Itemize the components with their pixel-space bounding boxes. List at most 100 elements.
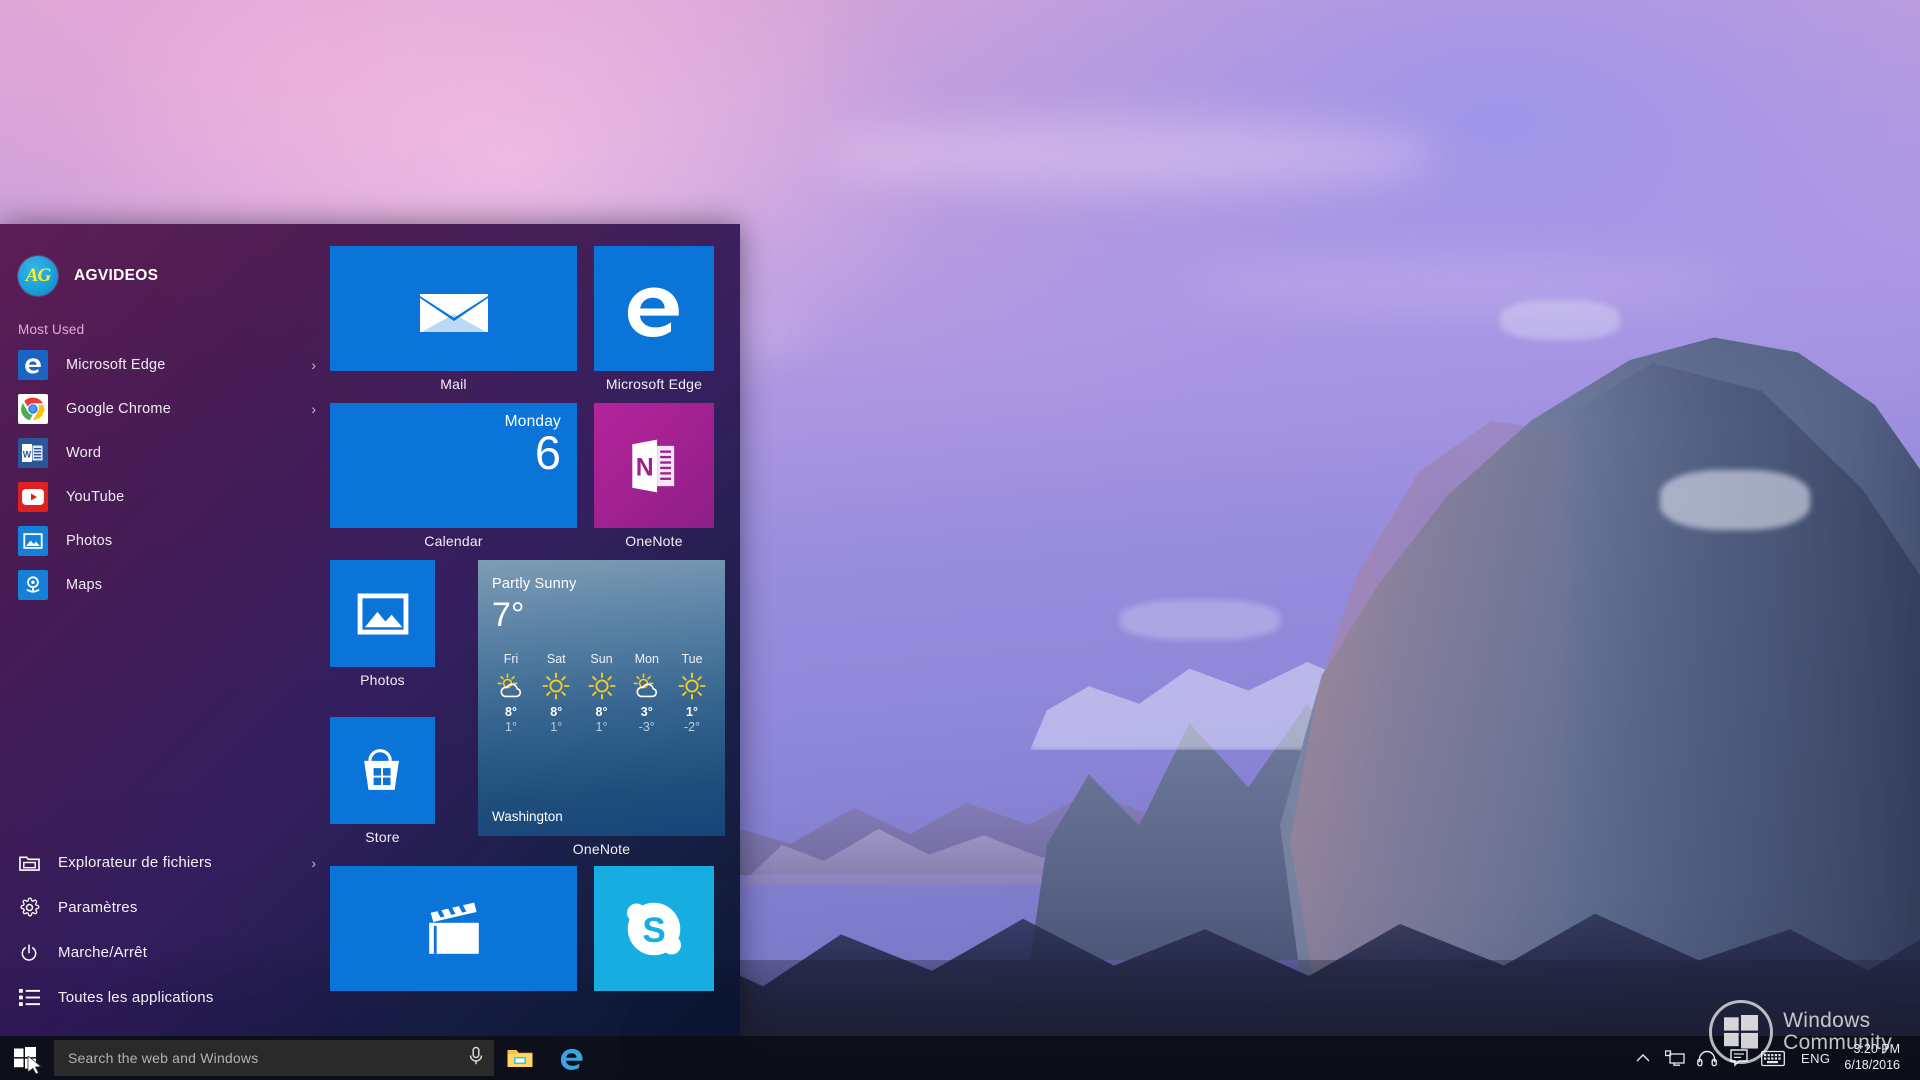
app-item-google-chrome[interactable]: Google Chrome › — [0, 387, 330, 431]
weather-city: Washington — [492, 809, 563, 824]
forecast-day-name: Fri — [503, 651, 519, 666]
file-explorer-icon — [18, 852, 40, 874]
snow-patch — [1660, 470, 1810, 530]
cloud-wisp — [820, 120, 1440, 190]
chrome-icon — [18, 394, 48, 424]
youtube-icon — [18, 482, 48, 512]
speech-bubble-icon[interactable] — [1723, 1036, 1755, 1080]
calendar-date-number: 6 — [534, 426, 561, 479]
weather-forecast-day: Mon 3° -3° — [628, 652, 666, 734]
forecast-low: 1° — [505, 719, 517, 734]
sunny-icon — [587, 671, 616, 701]
most-used-list: Microsoft Edge › Google Chrome › W Word … — [0, 343, 330, 607]
microphone-icon[interactable] — [468, 1046, 484, 1071]
weather-condition: Partly Sunny — [492, 576, 577, 592]
tile-grid: Mail Microsoft Edge Monday 6 Calendar N … — [330, 246, 726, 1036]
app-item-microsoft-edge[interactable]: Microsoft Edge › — [0, 343, 330, 387]
partly-sunny-icon — [632, 671, 662, 701]
app-item-label: Maps — [66, 577, 103, 593]
forecast-low: 1° — [550, 719, 563, 734]
skype-icon: S — [627, 902, 681, 955]
app-item-photos[interactable]: Photos — [0, 519, 330, 563]
chevron-right-icon[interactable]: › — [311, 856, 316, 870]
weather-forecast-day: Sun 8° 1° — [583, 652, 621, 734]
search-placeholder: Search the web and Windows — [68, 1050, 259, 1066]
app-item-word[interactable]: W Word — [0, 431, 330, 475]
calendar-live-content: Monday 6 — [330, 403, 577, 528]
sunny-icon — [678, 671, 706, 701]
user-name: AGVIDEOS — [74, 267, 159, 284]
user-account-tile[interactable]: AG AGVIDEOS — [0, 244, 330, 308]
headphones-icon[interactable] — [1691, 1036, 1723, 1080]
tile-weather[interactable]: Partly Sunny 7° Fri 8° 1° Sat 8° 1° Sun … — [478, 560, 725, 836]
svg-text:W: W — [23, 450, 32, 460]
cursor-icon — [27, 1056, 43, 1074]
store-icon — [363, 748, 399, 790]
app-item-label: YouTube — [66, 489, 125, 505]
sidebar-item-settings[interactable]: Paramètres — [0, 885, 330, 930]
app-item-youtube[interactable]: YouTube — [0, 475, 330, 519]
most-used-header: Most Used — [18, 322, 85, 337]
forecast-day-name: Tue — [681, 651, 703, 666]
tile-caption-photos: Photos — [360, 672, 405, 688]
tile-caption-store: Store — [365, 829, 400, 845]
clock[interactable]: 3:20 PM 6/18/2016 — [1840, 1036, 1912, 1080]
weather-live-content: Partly Sunny 7° Fri 8° 1° Sat 8° 1° Sun … — [478, 560, 725, 836]
tile-caption-mail: Mail — [440, 376, 467, 392]
app-item-maps[interactable]: Maps — [0, 563, 330, 607]
forecast-high: 8° — [595, 704, 608, 719]
forecast-high: 8° — [505, 704, 517, 719]
avatar: AG — [18, 256, 58, 296]
tile-microsoft-edge[interactable] — [594, 246, 714, 371]
taskbar-item-microsoft-edge[interactable] — [546, 1036, 598, 1080]
sidebar-item-power[interactable]: Marche/Arrêt — [0, 930, 330, 975]
tile-photos[interactable] — [330, 560, 435, 667]
word-icon: W — [18, 438, 48, 468]
sidebar-item-label: Paramètres — [58, 899, 138, 916]
forecast-low: -3° — [638, 719, 655, 734]
tile-onenote[interactable]: N — [594, 403, 714, 528]
start-menu-tiles-column: Mail Microsoft Edge Monday 6 Calendar N … — [330, 224, 740, 1036]
all-apps-icon — [18, 987, 40, 1009]
sidebar-item-file-explorer[interactable]: Explorateur de fichiers › — [0, 840, 330, 885]
folder-icon — [507, 1050, 533, 1067]
tile-movies-tv[interactable] — [330, 866, 577, 991]
chevron-right-icon[interactable]: › — [311, 402, 316, 416]
tile-skype[interactable]: S — [594, 866, 714, 991]
tile-calendar[interactable]: Monday 6 — [330, 403, 577, 528]
forecast-high: 8° — [550, 704, 563, 719]
weather-current-temp: 7° — [492, 596, 525, 634]
keyboard-icon[interactable] — [1755, 1036, 1791, 1080]
photos-icon — [357, 592, 408, 635]
partly-sunny-icon — [496, 671, 526, 701]
tile-mail[interactable] — [330, 246, 577, 371]
forecast-high: 3° — [640, 704, 653, 719]
app-item-label: Word — [66, 445, 102, 461]
search-input[interactable]: Search the web and Windows — [54, 1040, 494, 1076]
app-item-label: Photos — [66, 533, 113, 549]
tile-store[interactable] — [330, 717, 435, 824]
sidebar-item-label: Marche/Arrêt — [58, 944, 148, 961]
weather-forecast-day: Sat 8° 1° — [537, 652, 575, 734]
cloud-wisp — [1180, 260, 1740, 308]
network-icon[interactable] — [1659, 1036, 1691, 1080]
edge-icon — [18, 350, 48, 380]
chevron-up-icon[interactable] — [1627, 1036, 1659, 1080]
clock-date: 6/18/2016 — [1844, 1058, 1900, 1072]
sidebar-item-all-apps[interactable]: Toutes les applications — [0, 975, 330, 1020]
language-indicator[interactable]: ENG — [1791, 1051, 1840, 1066]
weather-forecast-day: Fri 8° 1° — [492, 652, 530, 734]
svg-text:N: N — [636, 454, 654, 481]
forecast-low: -2° — [683, 719, 701, 734]
taskbar-item-file-explorer[interactable] — [494, 1036, 546, 1080]
system-tray: ENG 3:20 PM 6/18/2016 — [1627, 1036, 1920, 1080]
maps-icon — [18, 570, 48, 600]
chevron-right-icon[interactable]: › — [311, 358, 316, 372]
tile-caption-weather: OneNote — [572, 841, 631, 857]
sidebar-item-label: Explorateur de fichiers — [58, 854, 212, 871]
tile-caption-onenote: OneNote — [625, 533, 683, 549]
photos-icon — [18, 526, 48, 556]
film-clapper-icon — [428, 902, 479, 954]
weather-forecast-row: Fri 8° 1° Sat 8° 1° Sun 8° 1° Mon 3° -3°… — [492, 652, 711, 734]
start-button[interactable] — [0, 1036, 50, 1080]
